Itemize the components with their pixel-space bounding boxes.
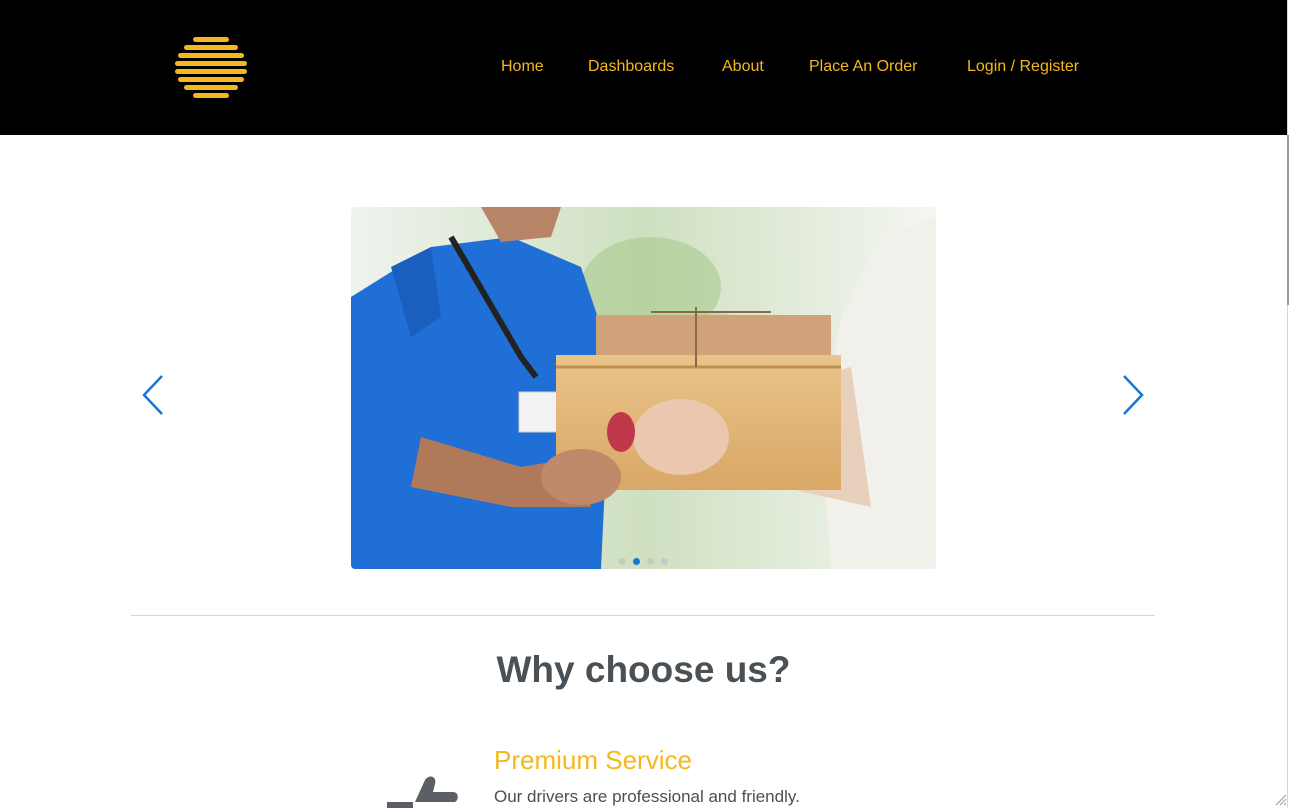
- why-choose-us-heading: Why choose us?: [496, 649, 791, 690]
- courier-handing-boxes-photo: [351, 207, 936, 569]
- chevron-left-icon: [142, 375, 163, 415]
- carousel-indicator-2[interactable]: [633, 558, 640, 565]
- feature-title: Premium Service: [494, 745, 692, 775]
- nav-home-link[interactable]: Home: [501, 57, 544, 77]
- nav-place-order-link[interactable]: Place An Order: [809, 57, 918, 77]
- carousel-indicators: [617, 558, 677, 568]
- carousel-slide-image: [351, 207, 936, 569]
- main-nav: Home Dashboards About Place An Order Log…: [0, 57, 1287, 79]
- carousel-prev-button[interactable]: [138, 373, 168, 417]
- carousel-indicator-1[interactable]: [619, 558, 626, 565]
- feature-description: Our drivers are professional and friendl…: [494, 787, 800, 806]
- navbar: Home Dashboards About Place An Order Log…: [0, 0, 1287, 135]
- nav-about-link[interactable]: About: [722, 57, 764, 77]
- carousel-indicator-4[interactable]: [661, 558, 668, 565]
- thumbs-up-icon: [387, 776, 458, 808]
- hero-carousel: [0, 135, 1287, 605]
- section-divider: [131, 615, 1155, 616]
- nav-login-register-link[interactable]: Login / Register: [967, 57, 1079, 77]
- chevron-right-icon: [1123, 375, 1144, 415]
- resize-grip-icon[interactable]: [1275, 794, 1287, 806]
- nav-dashboards-link[interactable]: Dashboards: [588, 57, 674, 77]
- carousel-indicator-3[interactable]: [647, 558, 654, 565]
- carousel-next-button[interactable]: [1118, 373, 1148, 417]
